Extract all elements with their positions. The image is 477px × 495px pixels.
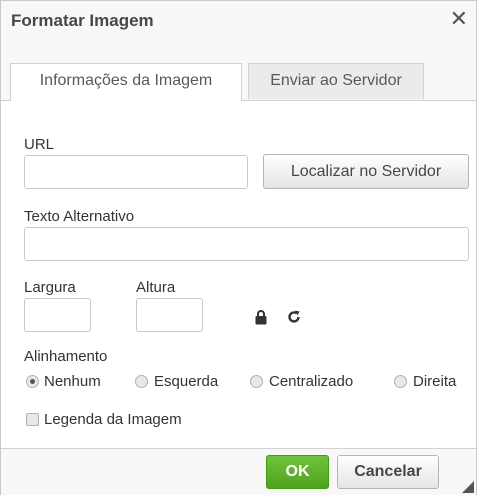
align-option-left[interactable]: Esquerda [134,373,244,391]
alt-text-label: Texto Alternativo [24,208,135,225]
cancel-button[interactable]: Cancelar [337,455,439,489]
align-right-label: Direita [413,373,457,390]
reset-size-icon[interactable] [287,310,301,324]
align-center-label: Centralizado [269,373,354,390]
align-center-radio[interactable] [250,375,263,388]
tab-upload[interactable]: Enviar ao Servidor [248,63,424,99]
dialog-footer: OK Cancelar [1,448,476,495]
tab-image-info-label: Informações da Imagem [39,72,213,89]
ok-button-label: OK [285,463,310,480]
url-input[interactable] [24,155,248,189]
align-right-radio[interactable] [394,375,407,388]
align-none-label: Nenhum [44,373,101,390]
alignment-label: Alinhamento [24,348,108,365]
lock-icon[interactable] [255,310,267,325]
align-option-none[interactable]: Nenhum [24,373,134,391]
tab-upload-label: Enviar ao Servidor [270,72,402,89]
url-label: URL [24,136,55,153]
close-icon[interactable]: ✕ [450,8,468,30]
width-label: Largura [24,279,76,296]
dialog-title: Formatar Imagem [11,11,154,30]
cancel-button-label: Cancelar [354,463,422,480]
height-input[interactable] [136,298,203,332]
browse-server-button[interactable]: Localizar no Servidor [263,154,469,189]
caption-option[interactable]: Legenda da Imagem [24,411,224,429]
tab-bar: Informações da Imagem Enviar ao Servidor [1,40,476,101]
caption-checkbox[interactable] [26,413,39,426]
align-option-right[interactable]: Direita [393,373,473,391]
alt-text-input[interactable] [24,227,469,261]
format-image-dialog: Formatar Imagem ✕ Informações da Imagem … [0,0,477,495]
height-label: Altura [136,279,176,296]
resize-grip-icon[interactable] [462,481,474,493]
align-left-label: Esquerda [154,373,219,390]
browse-server-label: Localizar no Servidor [290,163,442,180]
ok-button[interactable]: OK [266,455,329,489]
dialog-titlebar[interactable]: Formatar Imagem ✕ [1,1,476,41]
align-option-center[interactable]: Centralizado [249,373,389,391]
align-none-radio[interactable] [26,375,39,388]
align-left-radio[interactable] [135,375,148,388]
caption-label: Legenda da Imagem [44,411,182,428]
width-input[interactable] [24,298,91,332]
tab-image-info[interactable]: Informações da Imagem [10,63,242,101]
